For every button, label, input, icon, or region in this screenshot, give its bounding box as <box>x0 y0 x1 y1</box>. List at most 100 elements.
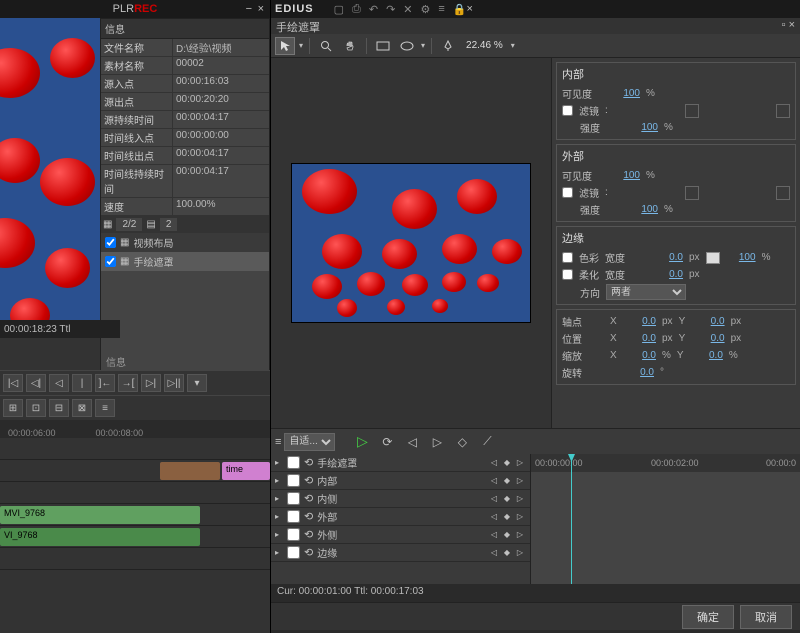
source-preview[interactable] <box>0 18 100 323</box>
mask-close-icon[interactable]: × <box>789 19 795 33</box>
tab-2[interactable]: 2 <box>160 218 178 231</box>
window-close-icon[interactable]: × <box>467 3 473 15</box>
folder-icon[interactable]: ▢ <box>334 3 344 16</box>
list-icon[interactable]: ≡ <box>275 436 281 448</box>
step-back-button[interactable]: ◁| <box>26 374 46 392</box>
layer-row[interactable]: ▦视频布局 <box>101 233 269 252</box>
in-bracket-button[interactable]: ]← <box>95 374 115 392</box>
tool-c[interactable]: ⊟ <box>49 399 69 417</box>
ellipse-tool[interactable] <box>397 37 417 55</box>
step-fwd-button[interactable]: ▷| <box>141 374 161 392</box>
soft-checkbox[interactable] <box>562 269 573 280</box>
outer-visibility-value[interactable]: 100 <box>610 170 640 181</box>
prev-kf-icon[interactable]: ◁ <box>488 547 500 559</box>
prev-key-button[interactable]: ◁ <box>401 432 423 452</box>
prev-kf-icon[interactable]: ◁ <box>488 529 500 541</box>
filter-add-icon[interactable] <box>776 104 790 118</box>
outer-filter-checkbox[interactable] <box>562 187 573 198</box>
undo-icon[interactable]: ↶ <box>369 3 378 16</box>
track-checkbox[interactable] <box>287 510 300 523</box>
color-swatch[interactable] <box>706 252 720 264</box>
track-checkbox[interactable] <box>287 546 300 559</box>
close-button[interactable]: × <box>258 3 264 15</box>
mask-track-row[interactable]: ▸⟲外部◁◆▷ <box>271 508 530 526</box>
zoom-value[interactable]: 22.46 % <box>462 40 507 51</box>
reset-icon[interactable]: ⟲ <box>304 474 313 487</box>
outer-filter-expand-icon[interactable] <box>685 186 699 200</box>
next-kf-icon[interactable]: ▷ <box>514 511 526 523</box>
save-icon[interactable]: ⎙ <box>352 3 361 16</box>
zoom-tool[interactable] <box>316 37 336 55</box>
prev-kf-icon[interactable]: ◁ <box>488 493 500 505</box>
mask-track-row[interactable]: ▸⟲外侧◁◆▷ <box>271 526 530 544</box>
filter-expand-icon[interactable] <box>685 104 699 118</box>
next-kf-icon[interactable]: ▷ <box>514 475 526 487</box>
mask-preview[interactable] <box>291 163 531 323</box>
clip-thumbnail[interactable] <box>160 462 220 480</box>
expand-icon[interactable]: ▸ <box>275 512 283 521</box>
track-checkbox[interactable] <box>287 456 300 469</box>
arrow-tool[interactable] <box>275 37 295 55</box>
tool-e[interactable]: ≡ <box>95 399 115 417</box>
scale-y-value[interactable]: 0.0 <box>693 350 723 361</box>
layer-checkbox[interactable] <box>105 256 116 267</box>
list-icon[interactable]: ≡ <box>438 3 444 16</box>
add-kf-icon[interactable]: ◆ <box>501 529 513 541</box>
mask-track-row[interactable]: ▸⟲边缘◁◆▷ <box>271 544 530 562</box>
timeline-ruler[interactable]: 00:00:06:00 00:00:08:00 <box>0 420 270 438</box>
scale-x-value[interactable]: 0.0 <box>626 350 656 361</box>
clip-pink[interactable]: time <box>222 462 270 480</box>
mark-in-button[interactable]: |◁ <box>3 374 23 392</box>
out-bracket-button[interactable]: →[ <box>118 374 138 392</box>
tool-b[interactable]: ⊡ <box>26 399 46 417</box>
expand-icon[interactable]: ▸ <box>275 458 283 467</box>
next-kf-icon[interactable]: ▷ <box>514 529 526 541</box>
play-button[interactable]: ▷ <box>351 432 373 452</box>
clip-video-1[interactable]: MVI_9768 <box>0 506 200 524</box>
soft-width-value[interactable]: 0.0 <box>653 269 683 280</box>
mask-track-row[interactable]: ▸⟲内侧◁◆▷ <box>271 490 530 508</box>
layer-row[interactable]: ▦手绘遮罩 <box>101 252 269 271</box>
expand-icon[interactable]: ▸ <box>275 530 283 539</box>
add-kf-icon[interactable]: ◆ <box>501 493 513 505</box>
reset-icon[interactable]: ⟲ <box>304 546 313 559</box>
dropdown-icon[interactable]: ▾ <box>187 374 207 392</box>
reset-icon[interactable]: ⟲ <box>304 528 313 541</box>
track-checkbox[interactable] <box>287 492 300 505</box>
add-kf-icon[interactable]: ◆ <box>501 475 513 487</box>
prev-kf-icon[interactable]: ◁ <box>488 511 500 523</box>
pivot-x-value[interactable]: 0.0 <box>626 316 656 327</box>
settings-icon[interactable]: ⚙ <box>421 3 431 16</box>
rect-tool[interactable] <box>373 37 393 55</box>
direction-select[interactable]: 两者 <box>606 284 686 300</box>
reset-icon[interactable]: ⟲ <box>304 492 313 505</box>
mask-track-row[interactable]: ▸⟲内部◁◆▷ <box>271 472 530 490</box>
ok-button[interactable]: 确定 <box>682 605 734 629</box>
layer-checkbox[interactable] <box>105 237 116 248</box>
expand-icon[interactable]: ▸ <box>275 494 283 503</box>
mask-max-icon[interactable]: ▫ <box>782 19 786 33</box>
zoom-dropdown-icon[interactable]: ▾ <box>511 41 515 50</box>
mask-track-row[interactable]: ▸⟲手绘遮罩◁◆▷ <box>271 454 530 472</box>
outer-strength-value[interactable]: 100 <box>628 204 658 215</box>
strength-value[interactable]: 100 <box>628 122 658 133</box>
pen-tool[interactable] <box>438 37 458 55</box>
filter-checkbox[interactable] <box>562 105 573 116</box>
outer-filter-add-icon[interactable] <box>776 186 790 200</box>
prev-kf-icon[interactable]: ◁ <box>488 457 500 469</box>
pivot-y-value[interactable]: 0.0 <box>695 316 725 327</box>
edge-width-value[interactable]: 0.0 <box>653 252 683 263</box>
keyframe-area[interactable]: 00:00:00:00 00:00:02:00 00:00:0 <box>531 454 800 584</box>
cut-icon[interactable]: ✕ <box>403 3 412 16</box>
visibility-value[interactable]: 100 <box>610 88 640 99</box>
color-checkbox[interactable] <box>562 252 573 263</box>
clip-video-2[interactable]: VI_9768 <box>0 528 200 546</box>
pos-y-value[interactable]: 0.0 <box>695 333 725 344</box>
rotation-value[interactable]: 0.0 <box>624 367 654 378</box>
next-key-button[interactable]: ▷ <box>426 432 448 452</box>
reset-icon[interactable]: ⟲ <box>304 456 313 469</box>
fit-select[interactable]: 自适... <box>284 433 335 451</box>
play-back-button[interactable]: ◁ <box>49 374 69 392</box>
playhead[interactable] <box>571 454 572 584</box>
add-kf-icon[interactable]: ◆ <box>501 547 513 559</box>
